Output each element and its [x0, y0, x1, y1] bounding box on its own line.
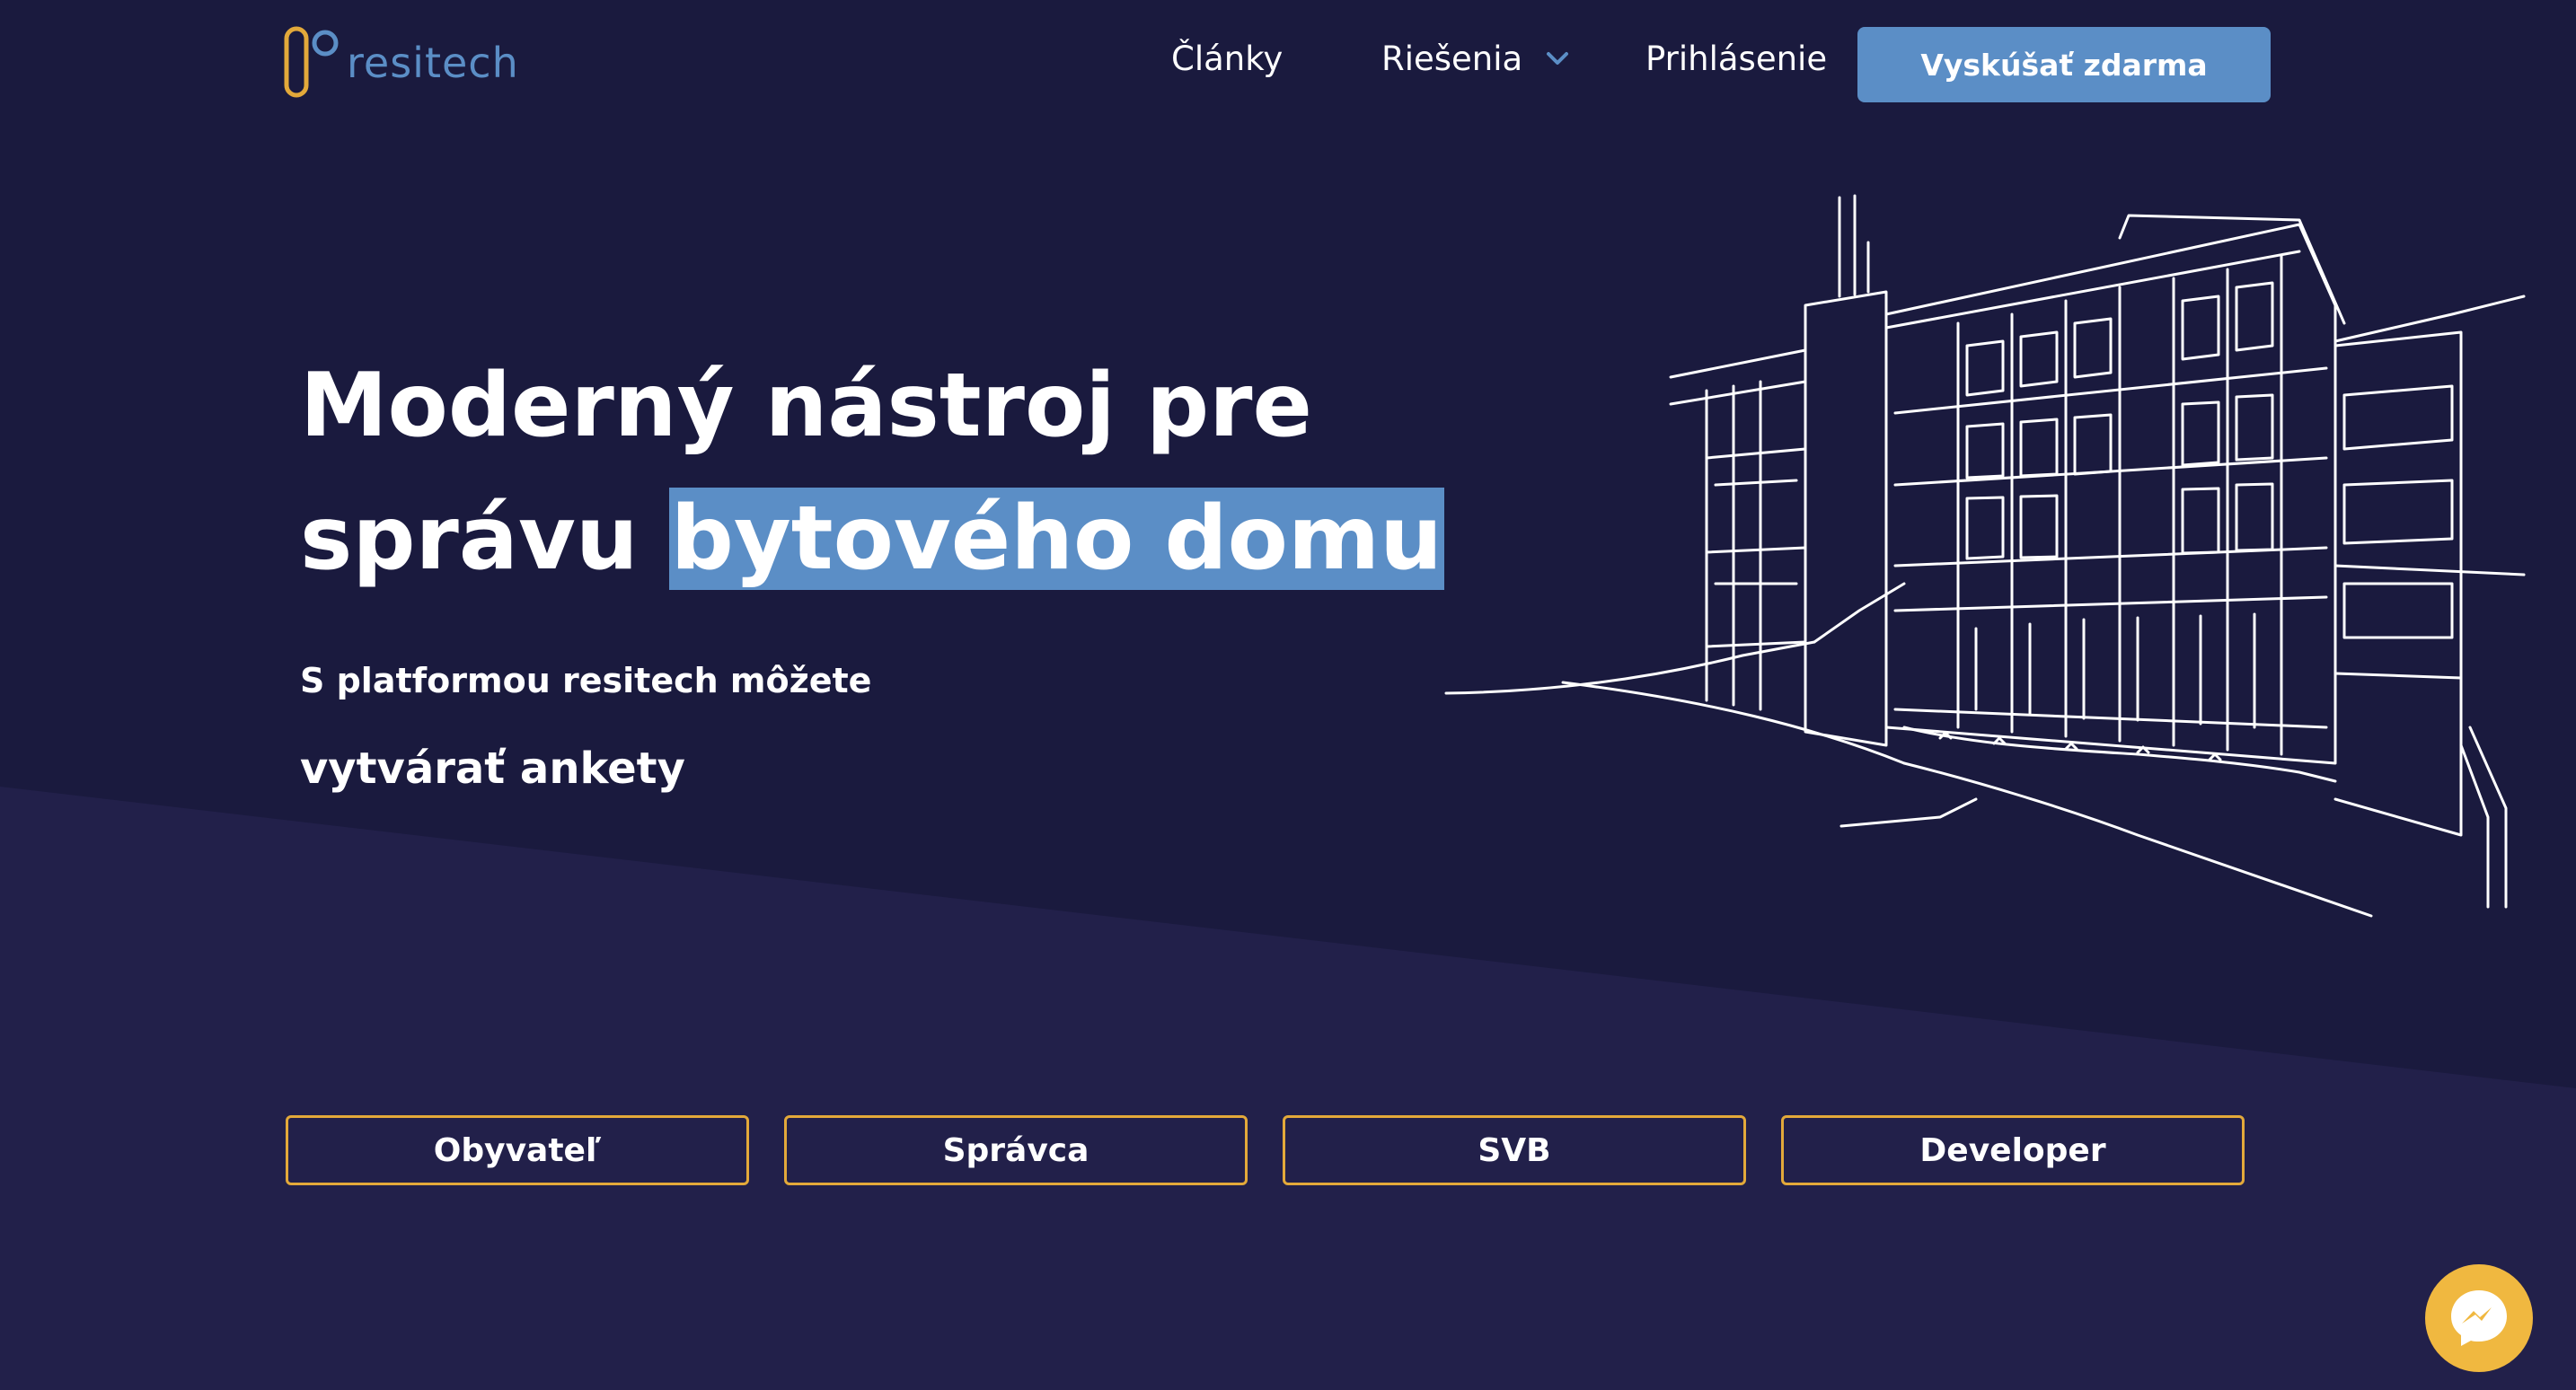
messenger-chat-button[interactable] — [2425, 1264, 2533, 1372]
audience-button-manager[interactable]: Správca — [784, 1115, 1248, 1185]
audience-button-developer[interactable]: Developer — [1781, 1115, 2245, 1185]
nav-login[interactable]: Prihlásenie — [1645, 40, 1827, 78]
nav-solutions-label: Riešenia — [1381, 40, 1523, 78]
nav-solutions[interactable]: Riešenia — [1381, 40, 1569, 78]
hero-title-highlight: bytového domu — [668, 488, 1444, 590]
audience-button-resident[interactable]: Obyvateľ — [286, 1115, 749, 1185]
messenger-icon — [2451, 1290, 2507, 1346]
hero-title: Moderný nástroj pre správu bytového domu — [300, 339, 1444, 605]
hero-title-line2: správu bytového domu — [300, 472, 1444, 605]
hero-title-line1: Moderný nástroj pre — [300, 355, 1312, 457]
nav-articles[interactable]: Články — [1171, 40, 1283, 78]
logo[interactable]: resitech — [284, 25, 519, 101]
hero-feature-text: vytvárať ankety — [300, 743, 685, 794]
logo-mark-icon — [284, 26, 339, 98]
hero-title-plain: správu — [300, 488, 669, 590]
building-illustration — [1444, 194, 2526, 918]
logo-text: resitech — [347, 39, 519, 87]
chevron-down-icon — [1547, 51, 1569, 65]
try-free-button[interactable]: Vyskúšať zdarma — [1857, 27, 2271, 102]
hero-subtitle: S platformou resitech môžete — [300, 661, 872, 700]
audience-button-svb[interactable]: SVB — [1283, 1115, 1746, 1185]
